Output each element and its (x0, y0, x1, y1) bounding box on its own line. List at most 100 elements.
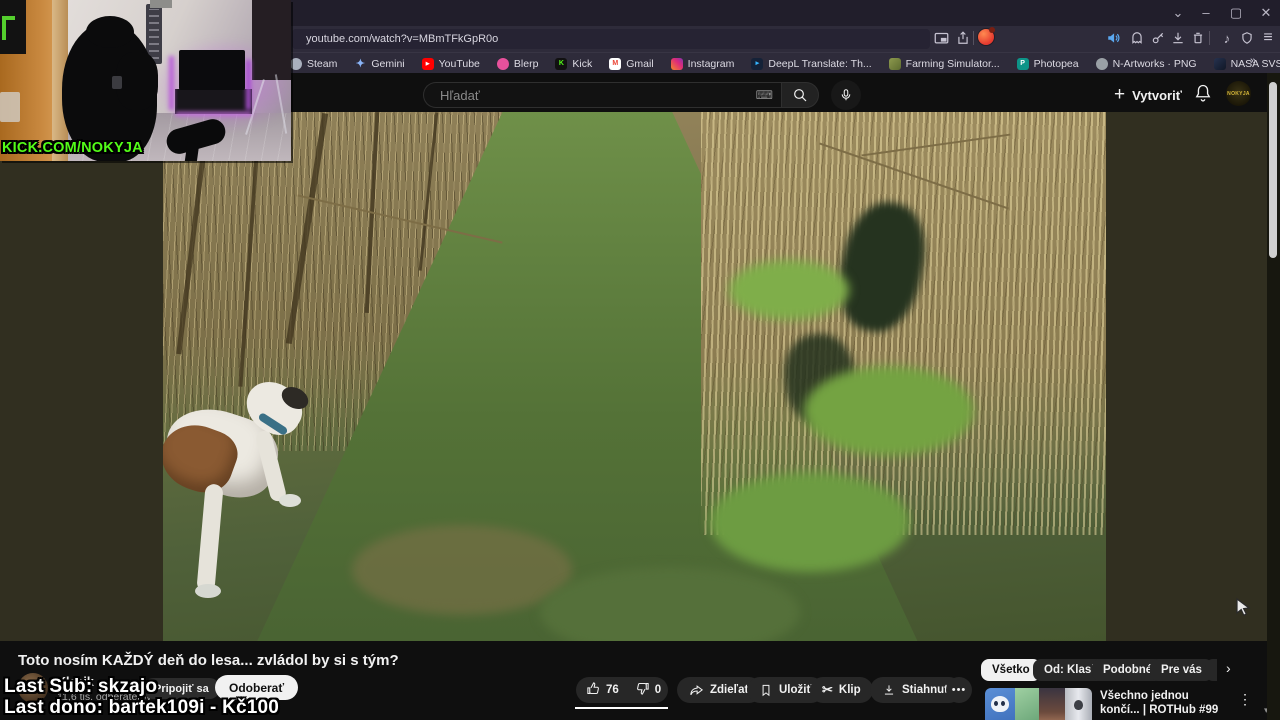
bookmark-instagram[interactable]: Instagram (670, 57, 735, 70)
mouse-cursor (1234, 597, 1254, 622)
bookmark-label: Instagram (687, 57, 735, 70)
music-panel-icon[interactable]: ♪ (1218, 29, 1236, 47)
window-maximize-button[interactable]: ▢ (1226, 5, 1246, 21)
webcam-led-strip (169, 56, 174, 110)
toolbar-divider (973, 31, 974, 45)
search-button[interactable] (781, 82, 819, 108)
chip-all[interactable]: Všetko (981, 659, 1041, 681)
tab-audio-icon[interactable] (1104, 29, 1122, 47)
bookmark-steam[interactable]: Steam (290, 57, 338, 70)
thumbnail-green-art (1015, 688, 1039, 720)
thumbs-down-icon[interactable] (635, 681, 650, 699)
share-page-icon[interactable] (954, 29, 972, 47)
bookmark-label: Blerp (513, 57, 539, 70)
more-actions-button[interactable]: ••• (946, 677, 972, 703)
ghost-extension-icon[interactable] (1128, 29, 1146, 47)
chips-scroll-chevron[interactable]: › (1226, 660, 1231, 676)
bookmark-farming-simulator[interactable]: Farming Simulator... (888, 57, 1000, 70)
instagram-favicon (670, 57, 683, 70)
scrollbar-thumb[interactable] (1269, 82, 1277, 258)
bookmark-kick[interactable]: K Kick (555, 57, 592, 70)
ambient-left-strip (0, 112, 163, 641)
last-sub-overlay: Last Sub: skzajo (4, 676, 158, 697)
window-close-button[interactable]: ✕ (1256, 5, 1276, 21)
bookmark-label: Steam (307, 57, 338, 70)
like-count[interactable]: 76 (606, 684, 619, 696)
window-minimize-button[interactable]: – (1196, 5, 1216, 21)
kick-favicon: K (555, 57, 568, 70)
nasa-svs-favicon (1213, 57, 1226, 70)
dog-rear-leg (196, 483, 224, 593)
webcam-wardrobe (252, 0, 291, 80)
bookmarks-overflow-chevron[interactable]: » (1250, 55, 1256, 67)
plus-icon: + (1114, 84, 1126, 105)
scissors-icon: ✂ (822, 682, 833, 697)
dislike-count[interactable]: 0 (655, 684, 661, 696)
dry-brush-right (700, 112, 1106, 536)
bookmark-blerp[interactable]: Blerp (496, 57, 539, 70)
youtube-favicon: ▶ (421, 57, 434, 70)
keyboard-icon[interactable]: ⌨ (756, 88, 773, 102)
bookmark-n-artworks[interactable]: N-Artworks · PNG (1095, 57, 1197, 70)
like-underline (575, 707, 668, 709)
webcam-overlay: KICK.COM/NOKYJA (0, 0, 291, 161)
steam-favicon (290, 57, 302, 70)
thumbnail-ghost-art (985, 688, 1015, 720)
window-menu-chevron-icon[interactable]: ⌄ (1168, 5, 1188, 21)
downloads-icon[interactable] (1169, 29, 1187, 47)
related-video-kebab-icon[interactable]: ⋮ (1238, 691, 1252, 708)
bookmark-label: Gmail (626, 57, 654, 70)
related-video-title[interactable]: Všechno jednou končí... | ROTHub #99 (1100, 690, 1228, 717)
related-video-thumbnail[interactable] (985, 688, 1092, 720)
trash-icon[interactable] (1189, 29, 1207, 47)
thumbs-up-icon[interactable] (586, 681, 601, 699)
bookmark-deepl[interactable]: ▸ DeepL Translate: Th... (751, 57, 872, 70)
bookmark-label: YouTube (438, 57, 480, 70)
ambient-right-strip (1106, 112, 1280, 641)
webcam-chair-headrest (86, 16, 134, 48)
n-artworks-favicon (1095, 57, 1108, 70)
bookmark-label: Photopea (1033, 57, 1079, 70)
browser-menu-icon[interactable]: ≡ (1259, 29, 1277, 47)
dog-front-paw (279, 494, 301, 507)
picture-in-picture-icon[interactable] (932, 29, 950, 47)
gemini-favicon: ✦ (355, 57, 365, 70)
grass-tuft (728, 260, 849, 321)
webcam-led-strip (246, 60, 251, 110)
webcam-chair-armstem (184, 142, 200, 161)
bookmark-photopea[interactable]: P Photopea (1016, 57, 1079, 70)
search-placeholder: Hľadať (440, 87, 480, 103)
farming-simulator-favicon (888, 57, 901, 70)
thumbnail-mac-pro (1065, 688, 1092, 720)
dog (163, 364, 325, 604)
webcam-wall-item (150, 0, 172, 8)
extension-badge-icon[interactable] (978, 27, 995, 45)
password-keys-icon[interactable] (1149, 29, 1167, 47)
chip-for-you[interactable]: Pre vás (1150, 659, 1213, 681)
video-player[interactable] (163, 112, 1106, 641)
notifications-bell-icon[interactable] (1193, 83, 1213, 108)
bookmark-label: N-Artworks · PNG (1112, 57, 1197, 70)
grass-tuft (709, 471, 910, 572)
voice-search-button[interactable] (831, 80, 861, 110)
url-field[interactable]: youtube.com/watch?v=MBmTFkGpR0o (292, 29, 930, 49)
bookmark-gemini[interactable]: ✦ Gemini (354, 57, 405, 70)
webcam-led-strip (175, 112, 252, 116)
screen: ⌄ – ▢ ✕ youtube.com/watch?v=MBmTFkGpR0o … (0, 0, 1280, 720)
bookmark-gmail[interactable]: M Gmail (609, 57, 654, 70)
clip-button[interactable]: ✂ Klip (810, 677, 873, 703)
grass-tuft (804, 365, 975, 456)
last-dono-overlay: Last dono: bartek109i - Kč100 (4, 697, 280, 718)
privacy-shield-icon[interactable] (1238, 29, 1256, 47)
bookmark-label: DeepL Translate: Th... (768, 57, 872, 70)
dog-rear-paw (195, 584, 221, 598)
bookmark-youtube[interactable]: ▶ YouTube (421, 57, 480, 70)
webcam-chair-wing (116, 52, 158, 110)
bookmark-nasa-svs[interactable]: NASA SVS | Black H... (1213, 57, 1280, 70)
account-avatar[interactable]: NOKYJA (1226, 81, 1251, 106)
webcam-tv-stand (175, 89, 252, 114)
chip-clipped[interactable] (1205, 659, 1217, 681)
dry-patch (351, 524, 572, 615)
search-input[interactable]: Hľadať ⌨ (423, 82, 781, 108)
create-button[interactable]: + Vytvoriť (1114, 82, 1182, 108)
